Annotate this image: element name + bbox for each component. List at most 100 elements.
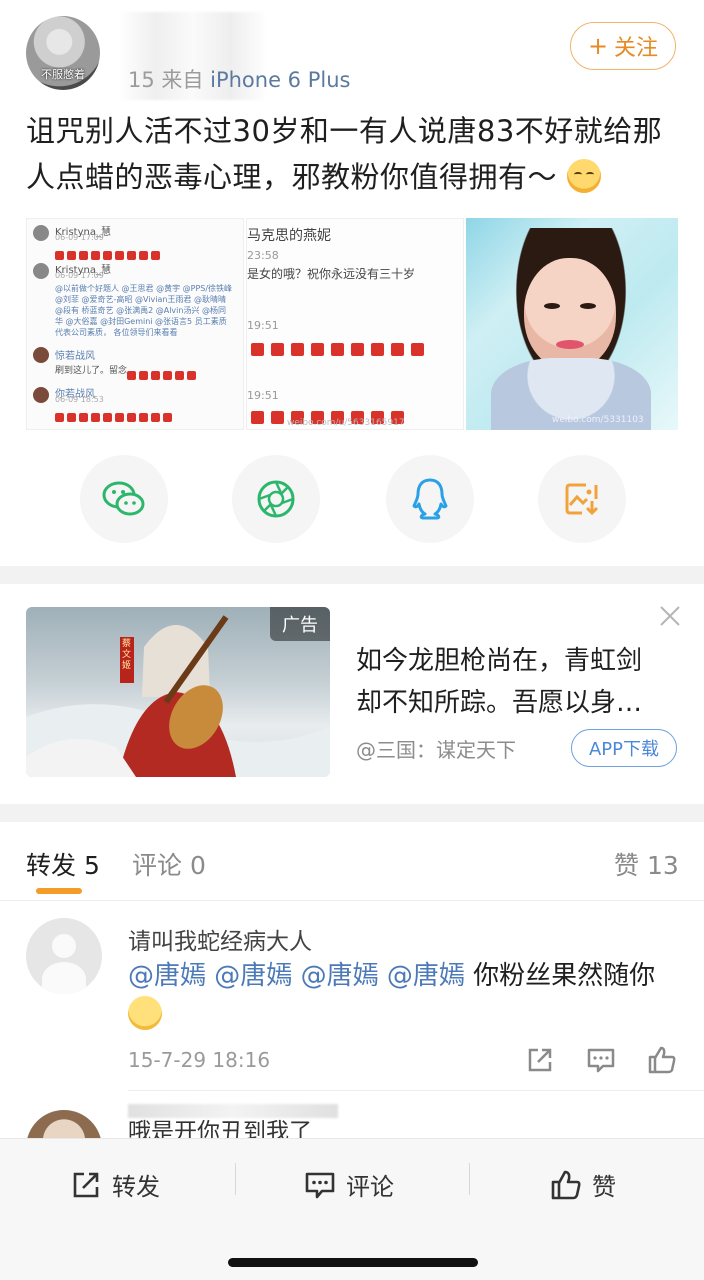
tab-like-count: 13: [646, 851, 679, 880]
ad-close-button[interactable]: [658, 604, 682, 628]
thumb-up-icon: [648, 1046, 676, 1074]
repost-icon: [73, 1172, 99, 1197]
repost-button[interactable]: 转发: [70, 1167, 160, 1202]
moments-icon: [257, 480, 295, 518]
comment-icon: [587, 1048, 615, 1073]
mention-link[interactable]: @唐嫣: [214, 961, 292, 991]
repost-icon: [528, 1048, 552, 1072]
ad-source[interactable]: @三国：谋定天下: [356, 734, 516, 763]
follow-label: 关注: [614, 36, 659, 61]
chat-mention-list: @以前做个好题人 @王思君 @黄宇 @PPS/徐铁峰 @刘菲 @爱奇艺-高昭 @…: [55, 284, 233, 337]
follow-button[interactable]: + 关注: [570, 22, 676, 70]
portrait-face: [524, 258, 616, 370]
like-button[interactable]: 赞: [550, 1167, 616, 1202]
post-body: 诅咒别人活不过30岁和一有人说唐83不好就给那人点蜡的恶毒心理，邪教粉你值得拥有…: [26, 114, 663, 194]
chat-message: 是女的哦？祝你永远没有三十岁: [247, 267, 416, 281]
share-qq-button[interactable]: [386, 455, 474, 543]
chat-time: 19:51: [247, 319, 279, 332]
toolbar-divider: [469, 1163, 470, 1195]
chat-avatar: [33, 347, 49, 363]
comment-divider: [128, 1090, 704, 1091]
tab-like-label: 赞: [614, 851, 640, 880]
thumb-up-icon: [551, 1170, 581, 1199]
portrait-eye: [544, 303, 560, 309]
ad-title[interactable]: 如今龙胆枪尚在，青虹剑却不知所踪。吾愿以身…: [356, 640, 656, 724]
smiling-emoji-icon: [566, 159, 601, 193]
image-watermark: weibo.com/5331103: [552, 415, 644, 425]
comment-button[interactable]: 评论: [304, 1167, 394, 1202]
tab-repost-count: 5: [83, 851, 100, 880]
repost-comment-button[interactable]: [524, 1044, 556, 1076]
chat-avatar: [33, 263, 49, 279]
comment-label: 评论: [346, 1173, 394, 1201]
comment-time: 15-7-29 18:16: [128, 1048, 271, 1072]
ad-badge: 蔡文姬: [122, 639, 132, 671]
reply-comment-button[interactable]: [585, 1044, 617, 1076]
candle-emoji-row: [251, 409, 411, 424]
candle-emoji-row: [55, 407, 175, 422]
post-image-3[interactable]: weibo.com/5331103: [466, 218, 678, 430]
section-divider: [0, 566, 704, 584]
like-comment-button[interactable]: [646, 1044, 678, 1076]
image-watermark: weibo.com/u/5633165917: [287, 418, 405, 428]
device-name[interactable]: iPhone 6 Plus: [210, 68, 350, 92]
app-download-button[interactable]: APP下载: [571, 729, 677, 767]
active-tab-indicator: [36, 888, 82, 894]
avatar-caption: 不服憋着: [41, 68, 85, 81]
post-image-1[interactable]: Kristyna_慧 06-09 17:09 Kristyna_慧 06-09 …: [26, 218, 244, 430]
qq-icon: [412, 478, 448, 520]
save-image-button[interactable]: [538, 455, 626, 543]
share-moments-button[interactable]: [232, 455, 320, 543]
tab-repost-label: 转发: [26, 851, 77, 880]
commenter-name-blurred: [128, 1104, 338, 1118]
post-meta: 15 来自 iPhone 6 Plus: [128, 64, 350, 94]
chat-avatar: [33, 387, 49, 403]
close-icon: [660, 606, 680, 626]
plus-icon: +: [587, 32, 609, 60]
portrait-lips: [556, 340, 584, 349]
avatar[interactable]: [26, 918, 102, 994]
toolbar-divider: [235, 1163, 236, 1195]
chat-title: 马克思的燕妮: [247, 228, 331, 244]
comment-text: @唐嫣 @唐嫣 @唐嫣 @唐嫣 你粉丝果然随你: [128, 956, 688, 1036]
chat-time: 06-09 17:09: [55, 271, 104, 280]
save-image-icon: [565, 483, 599, 516]
tab-comment[interactable]: 评论 0: [132, 846, 206, 882]
mention-link[interactable]: @唐嫣: [301, 961, 379, 991]
chat-reply: 刷到这儿了。留念: [55, 366, 128, 376]
ad-image[interactable]: 蔡文姬 广告: [26, 607, 330, 777]
candle-emoji-row: [251, 341, 431, 356]
wechat-icon: [102, 481, 145, 516]
mention-link[interactable]: @唐嫣: [387, 961, 465, 991]
post-time: 15: [128, 68, 155, 92]
chat-time: 19:51: [247, 389, 279, 402]
chat-time: 23:58: [247, 249, 279, 262]
tab-repost[interactable]: 转发 5: [26, 846, 100, 882]
repost-label: 转发: [112, 1173, 160, 1201]
chat-time: 06-09 18:53: [55, 395, 104, 404]
home-indicator: [228, 1258, 478, 1267]
chat-avatar: [33, 225, 49, 241]
author-avatar[interactable]: 不服憋着: [26, 16, 100, 90]
share-wechat-button[interactable]: [80, 455, 168, 543]
candle-emoji-row: [127, 365, 199, 380]
mention-link[interactable]: @唐嫣: [128, 961, 206, 991]
post-image-2[interactable]: 马克思的燕妮 23:58 是女的哦？祝你永远没有三十岁 19:51 19:51 …: [246, 218, 464, 430]
candle-emoji-row: [55, 245, 163, 260]
post-text: 诅咒别人活不过30岁和一有人说唐83不好就给那人点蜡的恶毒心理，邪教粉你值得拥有…: [26, 108, 676, 200]
source-prefix: 来自: [161, 68, 204, 92]
thinking-emoji-icon: [128, 996, 162, 1030]
comment-body: 你粉丝果然随你: [473, 961, 656, 991]
ad-tag: 广告: [270, 607, 330, 641]
tab-like[interactable]: 赞 13: [614, 846, 679, 882]
chat-user: 惊若战风: [55, 351, 95, 362]
section-divider: [0, 804, 704, 822]
chat-time: 06-09 17:09: [55, 233, 104, 242]
bottom-toolbar: 转发 评论 赞: [0, 1138, 704, 1280]
tabs-divider: [0, 900, 704, 901]
like-label: 赞: [592, 1173, 616, 1201]
commenter-name[interactable]: 请叫我蛇经病大人: [128, 922, 312, 956]
tab-comment-count: 0: [189, 851, 206, 880]
tab-comment-label: 评论: [132, 851, 183, 880]
comment-icon: [305, 1172, 335, 1198]
